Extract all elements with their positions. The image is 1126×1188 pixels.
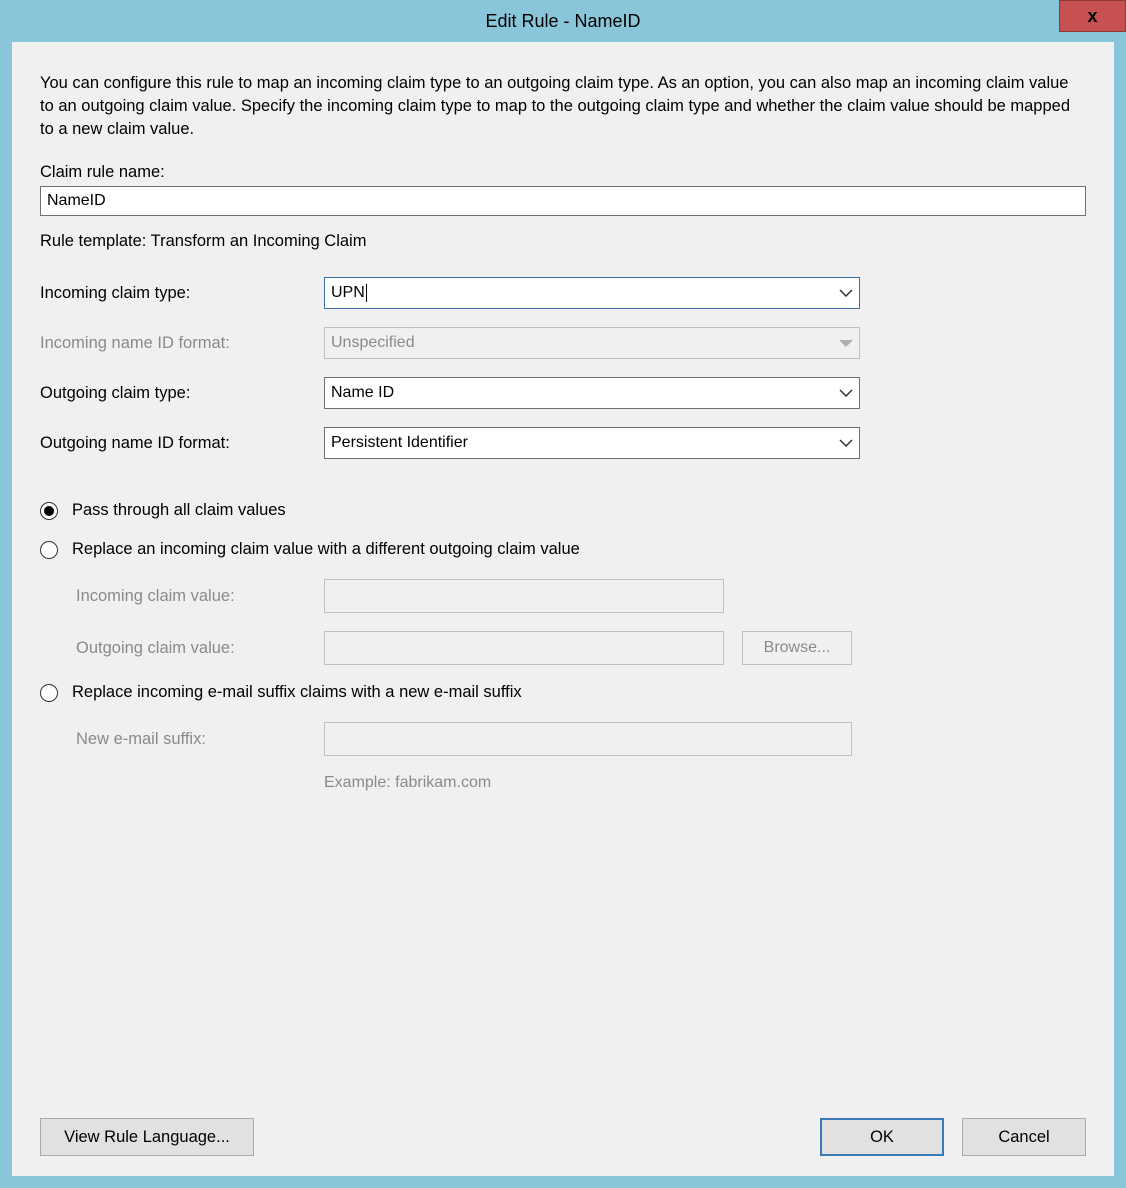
outgoing-claim-type-label: Outgoing claim type:: [40, 384, 324, 403]
cancel-button[interactable]: Cancel: [962, 1118, 1086, 1156]
radio-pass-through[interactable]: [40, 502, 58, 520]
outgoing-name-id-format-label: Outgoing name ID format:: [40, 434, 324, 453]
button-row: View Rule Language... OK Cancel: [40, 1118, 1086, 1156]
outgoing-claim-type-combo[interactable]: Name ID: [324, 377, 860, 409]
incoming-claim-type-combo[interactable]: UPN: [324, 277, 860, 309]
text-cursor: [366, 284, 367, 302]
claim-rule-name-label: Claim rule name:: [40, 163, 1086, 182]
outgoing-claim-value-input: [324, 631, 724, 665]
radio-replace-suffix[interactable]: [40, 684, 58, 702]
radio-replace-suffix-label: Replace incoming e-mail suffix claims wi…: [72, 683, 522, 702]
ok-button[interactable]: OK: [820, 1118, 944, 1156]
incoming-claim-type-value: UPN: [331, 284, 365, 302]
radio-pass-through-label: Pass through all claim values: [72, 501, 286, 520]
incoming-claim-type-label: Incoming claim type:: [40, 284, 324, 303]
outgoing-claim-value-label: Outgoing claim value:: [76, 639, 324, 658]
content-area: You can configure this rule to map an in…: [12, 42, 1114, 1176]
rule-template-label: Rule template: Transform an Incoming Cla…: [40, 232, 1086, 251]
example-text: Example: fabrikam.com: [324, 774, 1086, 792]
description-text: You can configure this rule to map an in…: [40, 72, 1086, 141]
incoming-name-id-format-value: Unspecified: [331, 334, 415, 352]
claim-rule-name-input[interactable]: [40, 186, 1086, 216]
new-email-suffix-input: [324, 722, 852, 756]
incoming-claim-value-label: Incoming claim value:: [76, 587, 324, 606]
browse-button: Browse...: [742, 631, 852, 665]
outgoing-claim-type-value: Name ID: [331, 384, 394, 402]
new-email-suffix-label: New e-mail suffix:: [76, 730, 324, 749]
close-icon: x: [1087, 6, 1097, 27]
dialog-window: Edit Rule - NameID x You can configure t…: [0, 0, 1126, 1188]
chevron-down-icon: [839, 389, 853, 397]
outgoing-name-id-format-combo[interactable]: Persistent Identifier: [324, 427, 860, 459]
close-button[interactable]: x: [1059, 0, 1126, 32]
window-title: Edit Rule - NameID: [0, 11, 1126, 32]
incoming-claim-value-input: [324, 579, 724, 613]
outgoing-name-id-format-value: Persistent Identifier: [331, 434, 468, 452]
chevron-down-icon: [839, 439, 853, 447]
radio-replace-value[interactable]: [40, 541, 58, 559]
chevron-down-icon: [839, 339, 853, 347]
titlebar: Edit Rule - NameID x: [0, 0, 1126, 42]
incoming-name-id-format-combo: Unspecified: [324, 327, 860, 359]
view-rule-language-button[interactable]: View Rule Language...: [40, 1118, 254, 1156]
chevron-down-icon: [839, 289, 853, 297]
incoming-name-id-format-label: Incoming name ID format:: [40, 334, 324, 353]
radio-group: Pass through all claim values Replace an…: [40, 501, 1086, 792]
radio-replace-value-label: Replace an incoming claim value with a d…: [72, 540, 580, 559]
